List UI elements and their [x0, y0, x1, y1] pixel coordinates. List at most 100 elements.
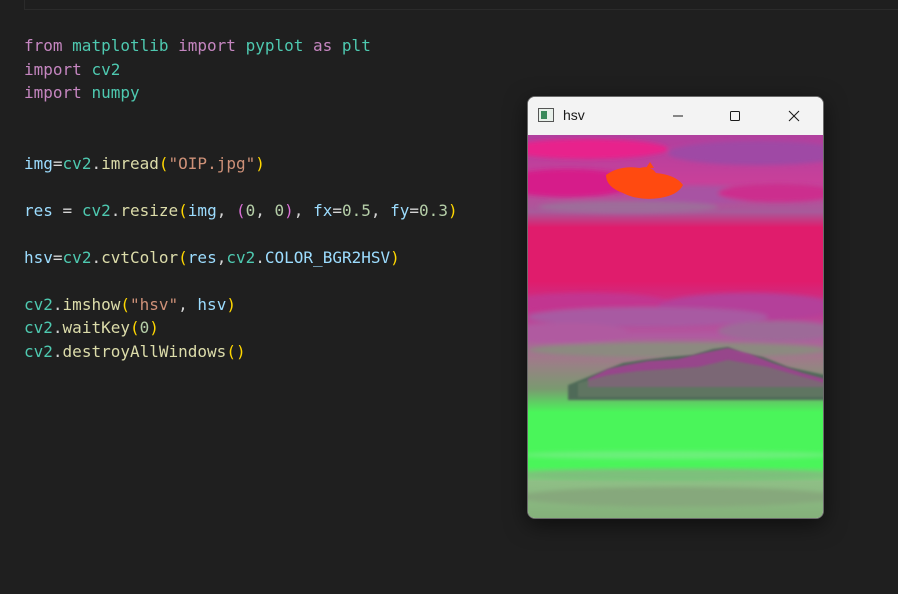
code-token: ): [255, 153, 265, 173]
code-token: ,: [255, 200, 275, 220]
code-token: import: [24, 83, 82, 102]
code-token: ,: [178, 294, 198, 314]
code-token: .: [91, 153, 102, 173]
hsv-image: [528, 135, 823, 518]
code-token: (: [178, 200, 188, 220]
minimize-icon: [673, 115, 683, 117]
code-token: 0: [274, 200, 285, 220]
close-button[interactable]: [765, 97, 823, 135]
code-line[interactable]: hsv=cv2.cvtColor(res,cv2.COLOR_BGR2HSV): [24, 246, 458, 270]
code-token: =: [332, 200, 342, 220]
minimize-button[interactable]: [649, 97, 707, 135]
code-token: ): [149, 318, 159, 337]
app-window-icon: [538, 108, 554, 122]
code-token: waitKey: [62, 318, 130, 337]
code-token: ,: [370, 200, 391, 220]
code-token: cv2: [226, 247, 256, 267]
code-line[interactable]: [24, 128, 458, 152]
code-token: as: [313, 36, 333, 55]
maximize-button[interactable]: [706, 97, 764, 135]
code-token: 0: [139, 318, 150, 337]
code-token: =: [52, 200, 82, 220]
code-token: destroyAllWindows: [62, 341, 227, 361]
code-line[interactable]: res = cv2.resize(img, (0, 0), fx=0.5, fy…: [24, 199, 458, 223]
code-token: ): [226, 294, 236, 314]
code-token: .: [110, 200, 121, 220]
code-token: fy: [390, 200, 410, 220]
code-token: (: [120, 294, 130, 314]
previous-cell-border: [24, 0, 898, 10]
code-token: ,: [293, 200, 314, 220]
code-token: numpy: [91, 83, 140, 102]
code-token: ): [390, 247, 400, 267]
code-line[interactable]: from matplotlib import pyplot as plt: [24, 34, 458, 58]
code-token: res: [187, 247, 217, 267]
code-token: COLOR_BGR2HSV: [264, 247, 391, 267]
code-token: img: [187, 200, 217, 220]
code-token: =: [409, 200, 420, 220]
code-token: cv2: [62, 153, 92, 173]
code-token: "hsv": [129, 294, 179, 314]
code-token: cv2: [91, 59, 121, 79]
code-token: matplotlib: [72, 36, 169, 55]
code-token: resize: [120, 200, 179, 220]
code-token: res: [24, 200, 53, 220]
code-token: (: [129, 318, 140, 337]
code-editor[interactable]: from matplotlib import pyplot as plt impo…: [24, 34, 458, 363]
code-token: (): [226, 341, 246, 361]
code-token: 0.5: [341, 200, 371, 220]
code-token: imshow: [62, 294, 121, 314]
code-token: .: [255, 247, 265, 267]
code-token: .: [91, 247, 102, 267]
code-line[interactable]: import cv2: [24, 58, 458, 82]
code-line[interactable]: [24, 105, 458, 129]
code-line[interactable]: img=cv2.imread("OIP.jpg"): [24, 152, 458, 176]
code-token: .: [52, 341, 63, 361]
opencv-window[interactable]: hsv: [527, 96, 824, 519]
code-token: cv2: [24, 294, 53, 314]
code-token: ): [447, 200, 458, 220]
code-token: (: [235, 200, 246, 220]
code-token: pyplot: [245, 36, 304, 55]
code-token: cv2: [62, 247, 92, 267]
code-token: cv2: [24, 341, 53, 361]
code-token: .: [52, 294, 63, 314]
code-token: 0: [245, 200, 256, 220]
code-line[interactable]: import numpy: [24, 81, 458, 105]
code-token: cvtColor: [101, 247, 179, 267]
code-line[interactable]: cv2.destroyAllWindows(): [24, 340, 458, 364]
code-token: hsv: [24, 247, 53, 267]
code-token: from: [24, 36, 63, 55]
code-token: plt: [341, 36, 371, 55]
window-title: hsv: [563, 107, 585, 123]
code-token: fx: [313, 200, 333, 220]
code-token: 0.3: [419, 200, 448, 220]
close-icon: [788, 110, 800, 122]
code-token: "OIP.jpg": [168, 153, 256, 173]
code-line[interactable]: [24, 222, 458, 246]
code-token: ,: [216, 200, 236, 220]
code-token: ,: [216, 247, 227, 267]
code-token: img: [24, 153, 53, 173]
code-token: =: [52, 153, 63, 173]
code-line[interactable]: [24, 175, 458, 199]
code-line[interactable]: cv2.imshow("hsv", hsv): [24, 293, 458, 317]
code-token: ): [284, 200, 294, 220]
code-token: imread: [101, 153, 159, 173]
code-token: .: [52, 318, 63, 337]
code-token: cv2: [81, 200, 111, 220]
code-token: hsv: [197, 294, 227, 314]
code-line[interactable]: cv2.waitKey(0): [24, 316, 458, 340]
code-token: import: [24, 59, 82, 79]
code-token: (: [178, 247, 188, 267]
code-line[interactable]: [24, 269, 458, 293]
maximize-icon: [730, 111, 740, 121]
window-titlebar[interactable]: hsv: [528, 97, 823, 135]
